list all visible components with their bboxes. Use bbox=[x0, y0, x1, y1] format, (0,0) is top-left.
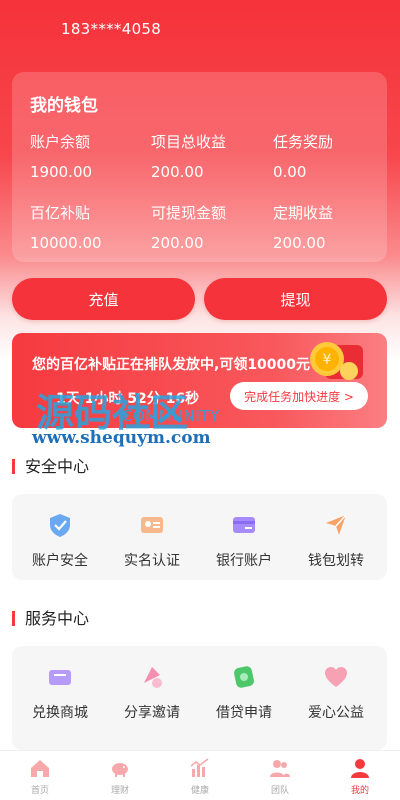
svg-text:¥: ¥ bbox=[323, 352, 332, 368]
stat-label: 百亿补贴 bbox=[30, 204, 91, 222]
service-item-mall[interactable]: 兑换商城 bbox=[14, 663, 106, 722]
shield-icon bbox=[50, 514, 70, 537]
item-label: 银行账户 bbox=[216, 553, 272, 569]
tab-label: 首页 bbox=[30, 786, 49, 796]
tab-label: 团队 bbox=[270, 786, 289, 796]
stat-value: 200.00 bbox=[151, 163, 204, 181]
security-item-bank[interactable]: 银行账户 bbox=[198, 511, 290, 570]
team-icon bbox=[270, 760, 290, 777]
item-label: 分享邀请 bbox=[124, 705, 180, 721]
stat-value: 200.00 bbox=[273, 234, 326, 252]
tab-team[interactable]: 团队 bbox=[250, 757, 310, 796]
stat-project-income[interactable]: 项目总收益 200.00 bbox=[151, 131, 271, 181]
tab-home[interactable]: 首页 bbox=[10, 757, 70, 796]
home-icon bbox=[31, 760, 49, 777]
stat-label: 项目总收益 bbox=[151, 133, 227, 151]
wallet-title: 我的钱包 bbox=[30, 96, 98, 116]
tab-finance[interactable]: 理财 bbox=[90, 757, 150, 796]
item-label: 账户安全 bbox=[32, 553, 88, 569]
security-item-realname[interactable]: 实名认证 bbox=[106, 511, 198, 570]
tab-label: 我的 bbox=[350, 786, 369, 796]
tab-mine[interactable]: 我的 bbox=[330, 757, 390, 796]
service-item-charity[interactable]: 爱心公益 bbox=[290, 663, 382, 722]
service-item-loan[interactable]: 借贷申请 bbox=[198, 663, 290, 722]
transfer-icon bbox=[326, 514, 347, 535]
stat-label: 可提现金额 bbox=[151, 204, 227, 222]
tab-health[interactable]: 健康 bbox=[170, 757, 230, 796]
id-card-icon bbox=[141, 517, 163, 533]
item-label: 钱包划转 bbox=[308, 553, 364, 569]
health-icon bbox=[190, 758, 209, 777]
gift-card-icon bbox=[49, 670, 71, 685]
section-title-services: 服务中心 bbox=[12, 611, 89, 627]
share-icon bbox=[144, 667, 162, 688]
tab-label: 理财 bbox=[110, 786, 129, 796]
watermark-url: www.shequym.com bbox=[32, 428, 211, 448]
item-label: 爱心公益 bbox=[308, 705, 364, 721]
bank-card-icon bbox=[233, 517, 255, 533]
services-card: 兑换商城 分享邀请 借贷申请 爱心公益 bbox=[12, 646, 387, 750]
wallet-card: 我的钱包 账户余额 1900.00 项目总收益 200.00 任务奖励 0.00… bbox=[12, 72, 387, 262]
stat-task-reward[interactable]: 任务奖励 0.00 bbox=[273, 131, 393, 181]
recharge-button[interactable]: 充值 bbox=[12, 278, 195, 320]
piggy-bank-icon bbox=[112, 763, 128, 777]
item-label: 借贷申请 bbox=[216, 705, 272, 721]
security-card: 账户安全 实名认证 银行账户 钱包划转 bbox=[12, 494, 387, 580]
stat-value: 200.00 bbox=[151, 234, 204, 252]
security-item-transfer[interactable]: 钱包划转 bbox=[290, 511, 382, 570]
item-label: 兑换商城 bbox=[32, 705, 88, 721]
item-label: 实名认证 bbox=[124, 553, 180, 569]
stat-subsidy[interactable]: 百亿补贴 10000.00 bbox=[30, 202, 150, 252]
stat-value: 1900.00 bbox=[30, 163, 93, 181]
stat-balance[interactable]: 账户余额 1900.00 bbox=[30, 131, 150, 181]
stat-value: 0.00 bbox=[273, 163, 307, 181]
heart-icon bbox=[325, 667, 347, 687]
service-item-share[interactable]: 分享邀请 bbox=[106, 663, 198, 722]
stat-label: 定期收益 bbox=[273, 204, 334, 222]
user-icon bbox=[351, 759, 369, 778]
stat-withdrawable[interactable]: 可提现金额 200.00 bbox=[151, 202, 271, 252]
tab-label: 健康 bbox=[190, 786, 209, 796]
loan-icon bbox=[234, 666, 254, 688]
section-title-security: 安全中心 bbox=[12, 459, 89, 475]
stat-label: 任务奖励 bbox=[273, 133, 334, 151]
banner-text: 您的百亿补贴正在排队发放中,可领10000元 bbox=[32, 357, 311, 373]
watermark-subtitle: COMMUNITY bbox=[122, 407, 220, 425]
bottom-tabbar: 首页 理财 健康 团队 我的 bbox=[0, 750, 400, 800]
security-item-account[interactable]: 账户安全 bbox=[14, 511, 106, 570]
stat-value: 10000.00 bbox=[30, 234, 102, 252]
speed-up-button[interactable]: 完成任务加快进度 > bbox=[230, 382, 368, 410]
stat-label: 账户余额 bbox=[30, 133, 91, 151]
stat-fixed-income[interactable]: 定期收益 200.00 bbox=[273, 202, 393, 252]
withdraw-button[interactable]: 提现 bbox=[204, 278, 387, 320]
user-phone: 183****4058 bbox=[61, 20, 162, 38]
